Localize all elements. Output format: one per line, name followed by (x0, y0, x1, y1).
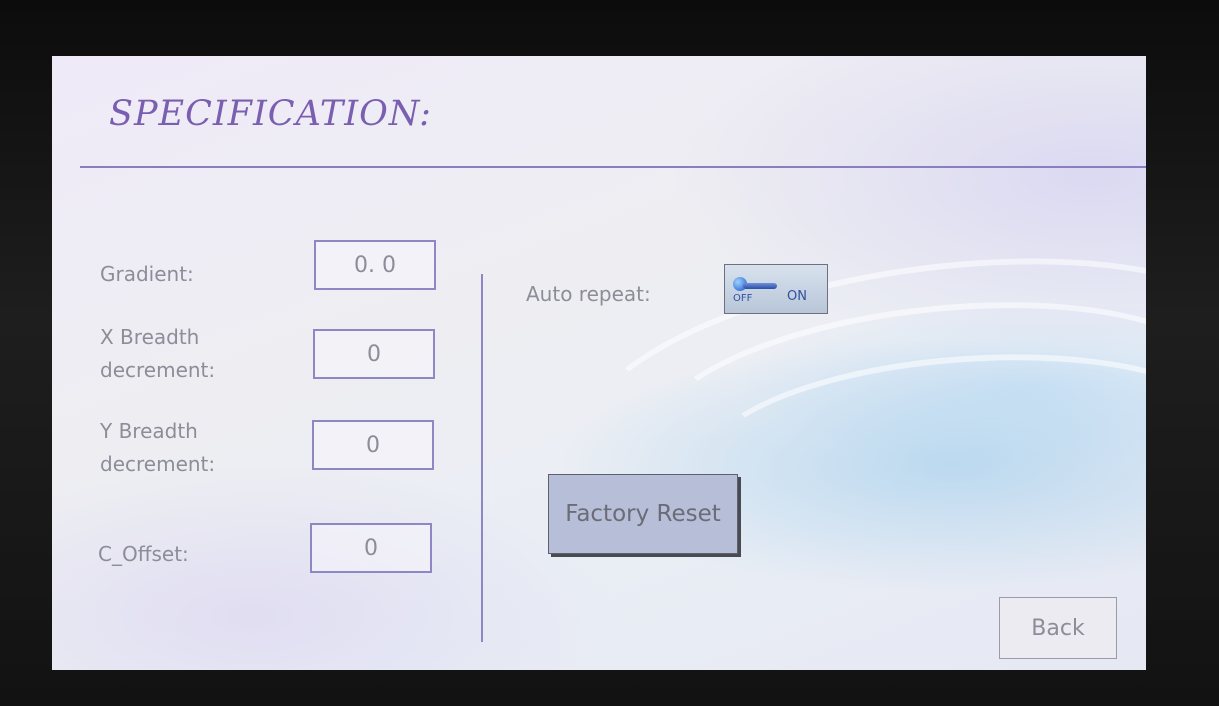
y-breadth-label: Y Breadth decrement: (100, 418, 215, 478)
title-divider (80, 166, 1146, 168)
y-breadth-label-line1: Y Breadth (100, 419, 198, 443)
x-breadth-label: X Breadth decrement: (100, 324, 215, 384)
gradient-label: Gradient: (100, 262, 194, 286)
page-title: SPECIFICATION: (109, 94, 432, 134)
factory-reset-button[interactable]: Factory Reset (548, 474, 738, 554)
x-breadth-label-line1: X Breadth (100, 325, 200, 349)
toggle-off-text: OFF (733, 293, 753, 304)
hmi-screen: SPECIFICATION: Gradient: 0. 0 X Breadth … (52, 56, 1146, 670)
y-breadth-label-line2: decrement: (100, 452, 216, 476)
x-breadth-input[interactable]: 0 (313, 329, 435, 379)
x-breadth-label-line2: decrement: (100, 358, 216, 382)
back-button[interactable]: Back (999, 597, 1117, 659)
toggle-switch-icon (743, 283, 777, 289)
c-offset-input[interactable]: 0 (310, 523, 432, 573)
gradient-input[interactable]: 0. 0 (314, 240, 436, 290)
toggle-on-text: ON (787, 289, 807, 304)
c-offset-label: C_Offset: (98, 542, 189, 566)
y-breadth-input[interactable]: 0 (312, 420, 434, 470)
auto-repeat-label: Auto repeat: (526, 282, 651, 306)
auto-repeat-toggle[interactable]: OFF ON (724, 264, 828, 314)
column-divider (481, 274, 483, 642)
